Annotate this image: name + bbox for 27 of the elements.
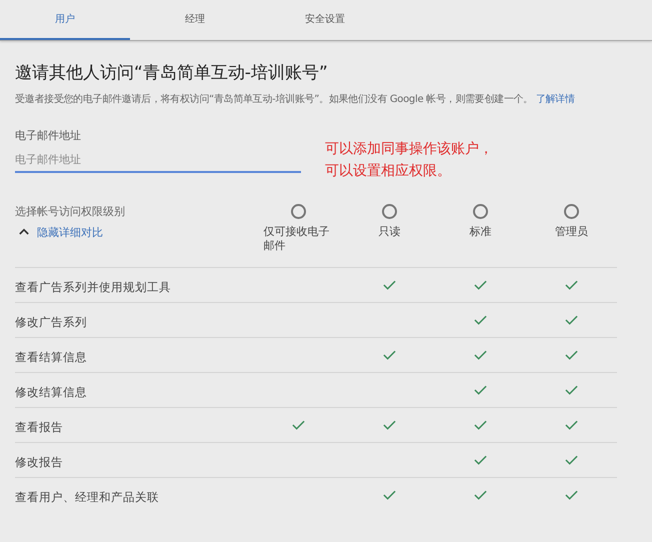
tab[interactable]: 经理: [130, 0, 260, 40]
radio-button[interactable]: [291, 204, 306, 219]
permission-label: 查看广告系列并使用规划工具: [15, 278, 172, 294]
permission-label: 查看报告: [15, 418, 64, 434]
permission-label: 修改广告系列: [15, 314, 88, 330]
radio-button[interactable]: [382, 204, 397, 219]
page-title: 邀请其他人访问“青岛简单互动-培训账号”: [15, 62, 329, 84]
description: 受邀者接受您的电子邮件邀请后，将有权访问“青岛简单互动-培训账号”。如果他们没有 Google 帐号，则需要创建一个。 了解详情: [15, 92, 576, 106]
level-label: 仅可接收电子邮件: [264, 225, 330, 253]
level-label: 标准: [470, 225, 492, 239]
learn-more-link[interactable]: 了解详情: [536, 94, 575, 105]
annotation-text: 可以添加同事操作该账户，: [325, 140, 493, 159]
radio-button[interactable]: [473, 204, 488, 219]
tab[interactable]: 用户: [0, 0, 130, 40]
level-label: 管理员: [555, 225, 588, 239]
annotation-text: 可以设置相应权限。: [325, 162, 452, 181]
radio-button[interactable]: [564, 204, 579, 219]
tab[interactable]: 安全设置: [260, 0, 390, 40]
permission-label: 修改结算信息: [15, 384, 88, 400]
field-label: 电子邮件地址: [15, 128, 82, 143]
level-label: 只读: [378, 225, 400, 239]
access-level-label: 选择帐号访问权限级别: [15, 204, 126, 219]
hide-comparison-link[interactable]: 隐藏详细对比: [37, 225, 103, 240]
permission-label: 修改报告: [15, 454, 64, 470]
permission-label: 查看用户、经理和产品关联: [15, 488, 160, 504]
permission-label: 查看结算信息: [15, 348, 88, 364]
email-field[interactable]: 电子邮件地址: [15, 151, 301, 173]
